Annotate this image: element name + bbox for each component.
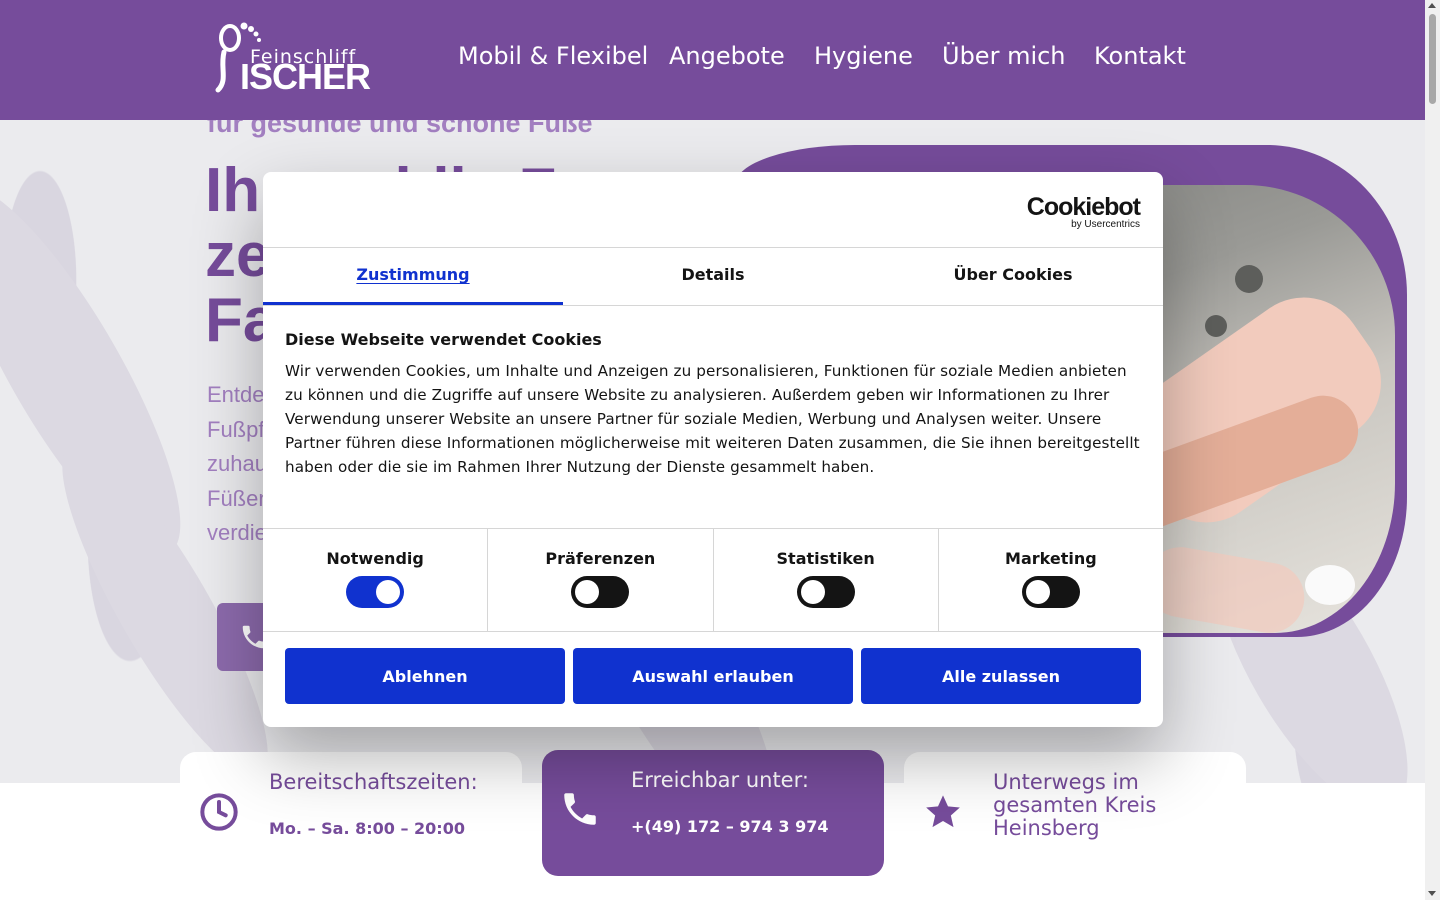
- scroll-up-icon[interactable]: [1428, 3, 1436, 8]
- cookie-description: Wir verwenden Cookies, um Inhalte und An…: [285, 362, 1140, 477]
- scroll-thumb[interactable]: [1429, 14, 1436, 104]
- toggle-cell-marketing: Marketing: [939, 529, 1163, 631]
- toggle-praeferenzen[interactable]: [571, 576, 630, 608]
- toggle-label-marketing: Marketing: [1005, 549, 1097, 568]
- page-scrollbar[interactable]: [1425, 0, 1440, 900]
- consent-toggles: Notwendig Präferenzen Statistiken Market…: [263, 528, 1163, 632]
- allow-selection-button[interactable]: Auswahl erlauben: [573, 648, 853, 704]
- allow-all-button[interactable]: Alle zulassen: [861, 648, 1141, 704]
- toggle-label-notwendig: Notwendig: [326, 549, 424, 568]
- cookie-body: Diese Webseite verwendet Cookies Wir ver…: [285, 330, 1141, 479]
- tab-ueber-cookies[interactable]: Über Cookies: [863, 248, 1163, 305]
- cookie-tabs: Zustimmung Details Über Cookies: [263, 248, 1163, 306]
- cookie-title: Diese Webseite verwendet Cookies: [285, 330, 602, 349]
- toggle-label-statistiken: Statistiken: [776, 549, 875, 568]
- tab-zustimmung[interactable]: Zustimmung: [263, 248, 563, 305]
- cookie-buttons: Ablehnen Auswahl erlauben Alle zulassen: [285, 648, 1141, 704]
- cookie-dialog: Cookiebot by Usercentrics Zustimmung Det…: [263, 172, 1163, 727]
- toggle-cell-statistiken: Statistiken: [714, 529, 939, 631]
- toggle-cell-notwendig: Notwendig: [263, 529, 489, 631]
- cookie-dialog-header: Cookiebot by Usercentrics: [263, 172, 1163, 248]
- tab-details[interactable]: Details: [563, 248, 863, 305]
- cookiebot-logo: Cookiebot by Usercentrics: [1026, 193, 1141, 231]
- decline-button[interactable]: Ablehnen: [285, 648, 565, 704]
- toggle-label-praeferenzen: Präferenzen: [545, 549, 656, 568]
- toggle-notwendig[interactable]: [346, 576, 405, 608]
- toggle-cell-praeferenzen: Präferenzen: [488, 529, 714, 631]
- scroll-down-icon[interactable]: [1428, 891, 1436, 896]
- toggle-marketing[interactable]: [1021, 576, 1080, 608]
- toggle-statistiken[interactable]: [796, 576, 855, 608]
